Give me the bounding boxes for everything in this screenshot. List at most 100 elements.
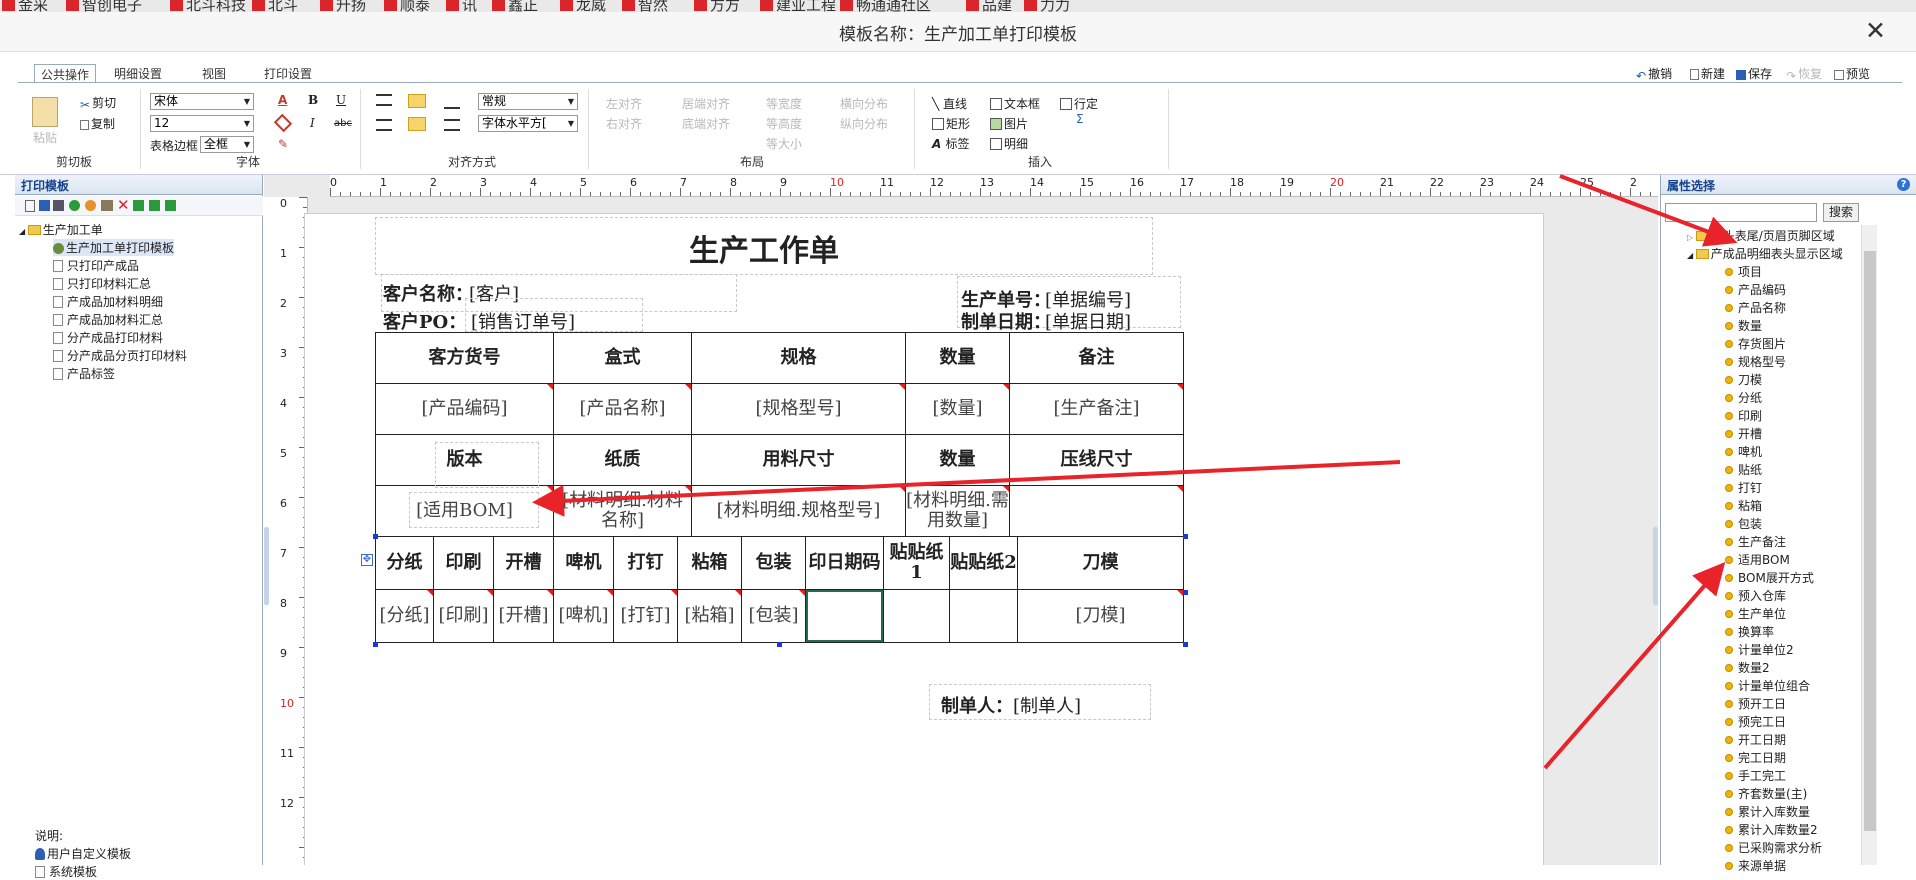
design-canvas[interactable]: 0 1 2 3 4 5 6 7 8 9 10 11 12 13 14 15 16 17 18 19 20 21 22 23 24…: [264, 175, 1658, 865]
tree-item[interactable]: 只打印材料汇总: [53, 275, 151, 292]
cut-button[interactable]: ✂ 剪切: [80, 94, 116, 112]
bookmark-item[interactable]: 力力: [1024, 0, 1070, 12]
paste-button[interactable]: 粘贴: [33, 129, 57, 146]
property-item[interactable]: 计量单位2: [1725, 641, 1794, 658]
delete-icon[interactable]: ✕: [117, 196, 130, 214]
image-button[interactable]: 图片: [990, 115, 1028, 132]
equal-size-button[interactable]: 等大小: [766, 135, 802, 152]
bookmark-item[interactable]: 建业工程: [760, 0, 836, 12]
property-item[interactable]: 产品编码: [1725, 281, 1786, 298]
property-item[interactable]: 数量: [1725, 317, 1762, 334]
tree-item[interactable]: 产品标签: [53, 365, 115, 382]
align-top-button[interactable]: 居端对齐: [682, 95, 730, 112]
property-item[interactable]: 预入仓库: [1725, 587, 1786, 604]
properties-icon[interactable]: [101, 200, 113, 211]
sigma-icon[interactable]: Σ: [1076, 112, 1084, 126]
property-item[interactable]: 生产单位: [1725, 605, 1786, 622]
property-item[interactable]: BOM展开方式: [1725, 569, 1814, 586]
property-item[interactable]: 累计入库数量: [1725, 803, 1810, 820]
property-item[interactable]: 开槽: [1725, 425, 1762, 442]
property-item[interactable]: 项目: [1725, 263, 1762, 280]
text-style-select[interactable]: 常规: [478, 93, 578, 110]
textbox-button[interactable]: 文本框: [990, 95, 1040, 112]
tab-common[interactable]: 公共操作: [34, 64, 97, 82]
tree-root[interactable]: ◢ 生产加工单: [19, 221, 103, 238]
property-item[interactable]: 存货图片: [1725, 335, 1786, 352]
edit-icon[interactable]: [85, 200, 96, 211]
bookmark-item[interactable]: 方方: [694, 0, 740, 12]
property-item[interactable]: 规格型号: [1725, 353, 1786, 370]
save-as-icon[interactable]: [53, 200, 64, 211]
table-border-select[interactable]: 全框: [200, 136, 254, 153]
italic-button[interactable]: I: [310, 116, 315, 130]
close-icon[interactable]: ✕: [1865, 16, 1886, 45]
scrollbar-thumb[interactable]: [1864, 251, 1876, 831]
bookmark-item[interactable]: 智创电子: [66, 0, 142, 12]
strikethrough-button[interactable]: abc: [334, 118, 352, 129]
save-template-icon[interactable]: [39, 200, 50, 211]
align-left-icon[interactable]: [376, 119, 392, 131]
bookmark-item[interactable]: 品建: [966, 0, 1012, 12]
tab-detail[interactable]: 明细设置: [108, 64, 168, 82]
align-left-button[interactable]: 左对齐: [606, 95, 642, 112]
bookmark-item[interactable]: 鑫正: [492, 0, 538, 12]
property-item[interactable]: 分纸: [1725, 389, 1762, 406]
property-item[interactable]: 打钉: [1725, 479, 1762, 496]
align-middle-icon[interactable]: [408, 94, 426, 108]
property-item[interactable]: 累计入库数量2: [1725, 821, 1818, 838]
refresh-icon[interactable]: [165, 200, 176, 211]
bookmark-item[interactable]: 北斗科技: [170, 0, 246, 12]
property-item[interactable]: 来源单据: [1725, 857, 1786, 874]
tree-item-selected[interactable]: 生产加工单打印模板: [53, 239, 175, 256]
help-icon[interactable]: ?: [1897, 178, 1910, 191]
undo-button[interactable]: ↶ 撤销: [1636, 65, 1672, 83]
align-bottom-icon[interactable]: [444, 99, 460, 109]
property-item[interactable]: 预完工日: [1725, 713, 1786, 730]
property-item[interactable]: 啤机: [1725, 443, 1762, 460]
bookmark-item[interactable]: 升扬: [320, 0, 366, 12]
bookmark-item[interactable]: 讯: [446, 0, 477, 12]
equal-width-button[interactable]: 等宽度: [766, 95, 802, 112]
new-button[interactable]: 新建: [1690, 65, 1725, 82]
property-item[interactable]: 生产备注: [1725, 533, 1786, 550]
underline-button[interactable]: U: [336, 93, 346, 107]
add-icon[interactable]: [69, 200, 80, 211]
property-search-input[interactable]: [1665, 203, 1817, 222]
export-icon[interactable]: [149, 200, 160, 211]
bookmark-item[interactable]: 北斗: [252, 0, 298, 12]
tab-view[interactable]: 视图: [196, 64, 232, 82]
font-size-select[interactable]: 12: [150, 115, 254, 132]
bookmark-item[interactable]: 顺泰: [384, 0, 430, 12]
align-right-button[interactable]: 右对齐: [606, 115, 642, 132]
tree-item[interactable]: 产成品加材料汇总: [53, 311, 163, 328]
label-button[interactable]: A 标签: [932, 135, 969, 152]
font-color-button[interactable]: A: [278, 93, 287, 107]
property-item[interactable]: 计量单位组合: [1725, 677, 1810, 694]
tree-item[interactable]: 只打印产成品: [53, 257, 139, 274]
h-distribute-button[interactable]: 横向分布: [840, 95, 888, 112]
copy-button[interactable]: 复制: [80, 115, 115, 132]
horizontal-align-select[interactable]: 字体水平方[: [478, 115, 578, 132]
property-item[interactable]: 印刷: [1725, 407, 1762, 424]
property-item[interactable]: 手工完工: [1725, 767, 1786, 784]
bookmark-item[interactable]: 金采: [2, 0, 48, 12]
property-scrollbar[interactable]: [1861, 225, 1877, 865]
bookmark-item[interactable]: 智然: [622, 0, 668, 12]
property-item[interactable]: 产品名称: [1725, 299, 1786, 316]
preview-button[interactable]: 预览: [1834, 65, 1870, 82]
align-bottom-button[interactable]: 底端对齐: [682, 115, 730, 132]
property-item[interactable]: 开工日期: [1725, 731, 1786, 748]
new-template-icon[interactable]: [25, 200, 35, 212]
pen-icon[interactable]: ✎: [278, 137, 288, 151]
property-item[interactable]: 粘箱: [1725, 497, 1762, 514]
tree-item[interactable]: 分产成品打印材料: [53, 329, 163, 346]
tree-item[interactable]: 产成品加材料明细: [53, 293, 163, 310]
bookmark-item[interactable]: 畅通通社区: [840, 0, 931, 12]
equal-height-button[interactable]: 等高度: [766, 115, 802, 132]
tree-item[interactable]: 分产成品分页打印材料: [53, 347, 187, 364]
property-item[interactable]: 换算率: [1725, 623, 1774, 640]
property-item[interactable]: 完工日期: [1725, 749, 1786, 766]
row-button[interactable]: 行定: [1060, 95, 1098, 112]
font-family-select[interactable]: 宋体: [150, 93, 254, 110]
align-center-icon[interactable]: [408, 117, 426, 131]
